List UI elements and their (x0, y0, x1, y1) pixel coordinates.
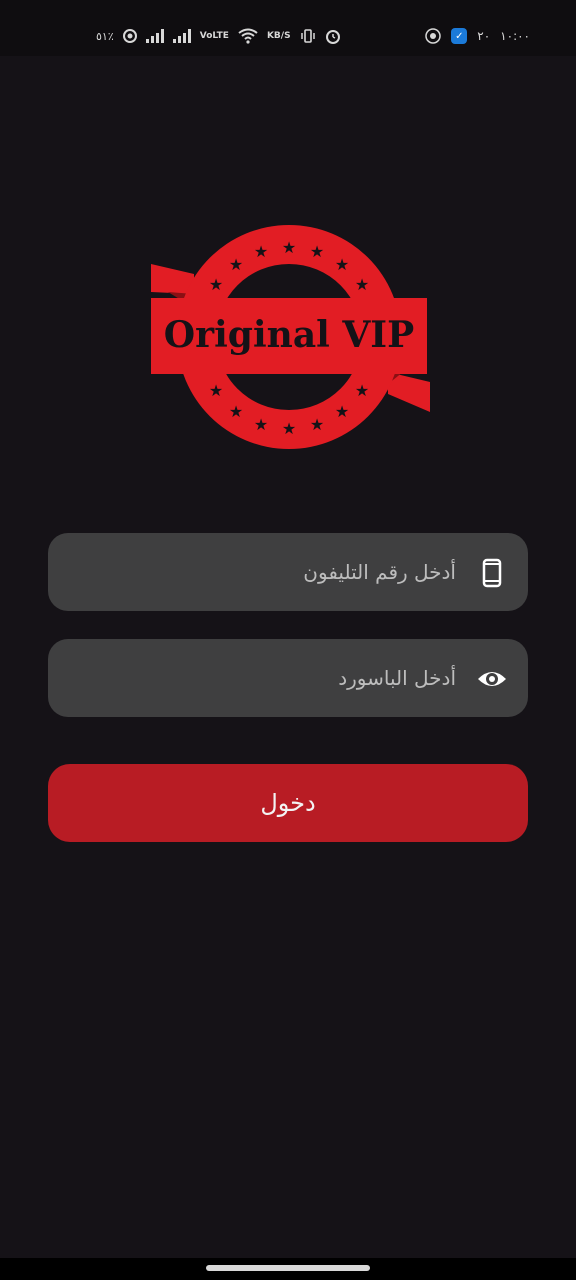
svg-text:★: ★ (209, 381, 223, 400)
clock: ١٠:٠٠ (500, 29, 530, 43)
notification-badge: ٢٠ (477, 29, 491, 43)
svg-text:★: ★ (335, 402, 349, 421)
status-icons-left: ٥١٪ VoLTE KB/S (96, 28, 341, 44)
status-icons-right: ✓ ٢٠ ١٠:٠٠ (425, 28, 530, 44)
status-bar: ٥١٪ VoLTE KB/S ✓ ٢٠ ١٠:٠٠ (0, 0, 576, 56)
shield-icon: ✓ (451, 28, 468, 44)
svg-text:★: ★ (310, 242, 324, 261)
vibrate-icon (300, 29, 315, 43)
logo-ribbon-left (151, 264, 194, 294)
svg-text:★: ★ (282, 238, 296, 257)
svg-text:★: ★ (310, 415, 324, 434)
wifi-icon (238, 28, 258, 44)
phone-field[interactable]: أدخل رقم التليفون (48, 533, 528, 611)
svg-text:★: ★ (282, 419, 296, 438)
svg-text:★: ★ (355, 381, 369, 400)
network-speed: KB/S (266, 31, 291, 41)
login-button[interactable]: دخول (48, 764, 528, 842)
svg-text:★: ★ (254, 242, 268, 261)
password-placeholder: أدخل الباسورد (338, 666, 456, 690)
app-notification-icon (425, 28, 442, 44)
volte-label: VoLTE (199, 31, 229, 41)
phone-icon (482, 558, 502, 588)
signal-bars-icon (145, 29, 164, 43)
battery-percentage: ٥١٪ (96, 29, 114, 43)
phone-placeholder: أدخل رقم التليفون (303, 560, 456, 584)
svg-text:★: ★ (355, 275, 369, 294)
alarm-icon (325, 30, 340, 44)
signal-bars-2-icon (172, 29, 191, 43)
logo-text: Original VIP (164, 314, 414, 356)
svg-text:★: ★ (209, 275, 223, 294)
svg-text:★: ★ (229, 255, 243, 274)
home-indicator[interactable] (206, 1265, 370, 1271)
svg-text:★: ★ (335, 255, 349, 274)
original-vip-logo: ★ ★ ★ ★ ★ ★ ★ ★ ★ ★ ★ ★ ★ ★ Original VIP (151, 225, 430, 449)
svg-text:★: ★ (254, 415, 268, 434)
svg-text:★: ★ (229, 402, 243, 421)
battery-saver-icon (122, 29, 137, 43)
eye-icon[interactable] (476, 663, 508, 695)
password-field[interactable]: أدخل الباسورد (48, 639, 528, 717)
